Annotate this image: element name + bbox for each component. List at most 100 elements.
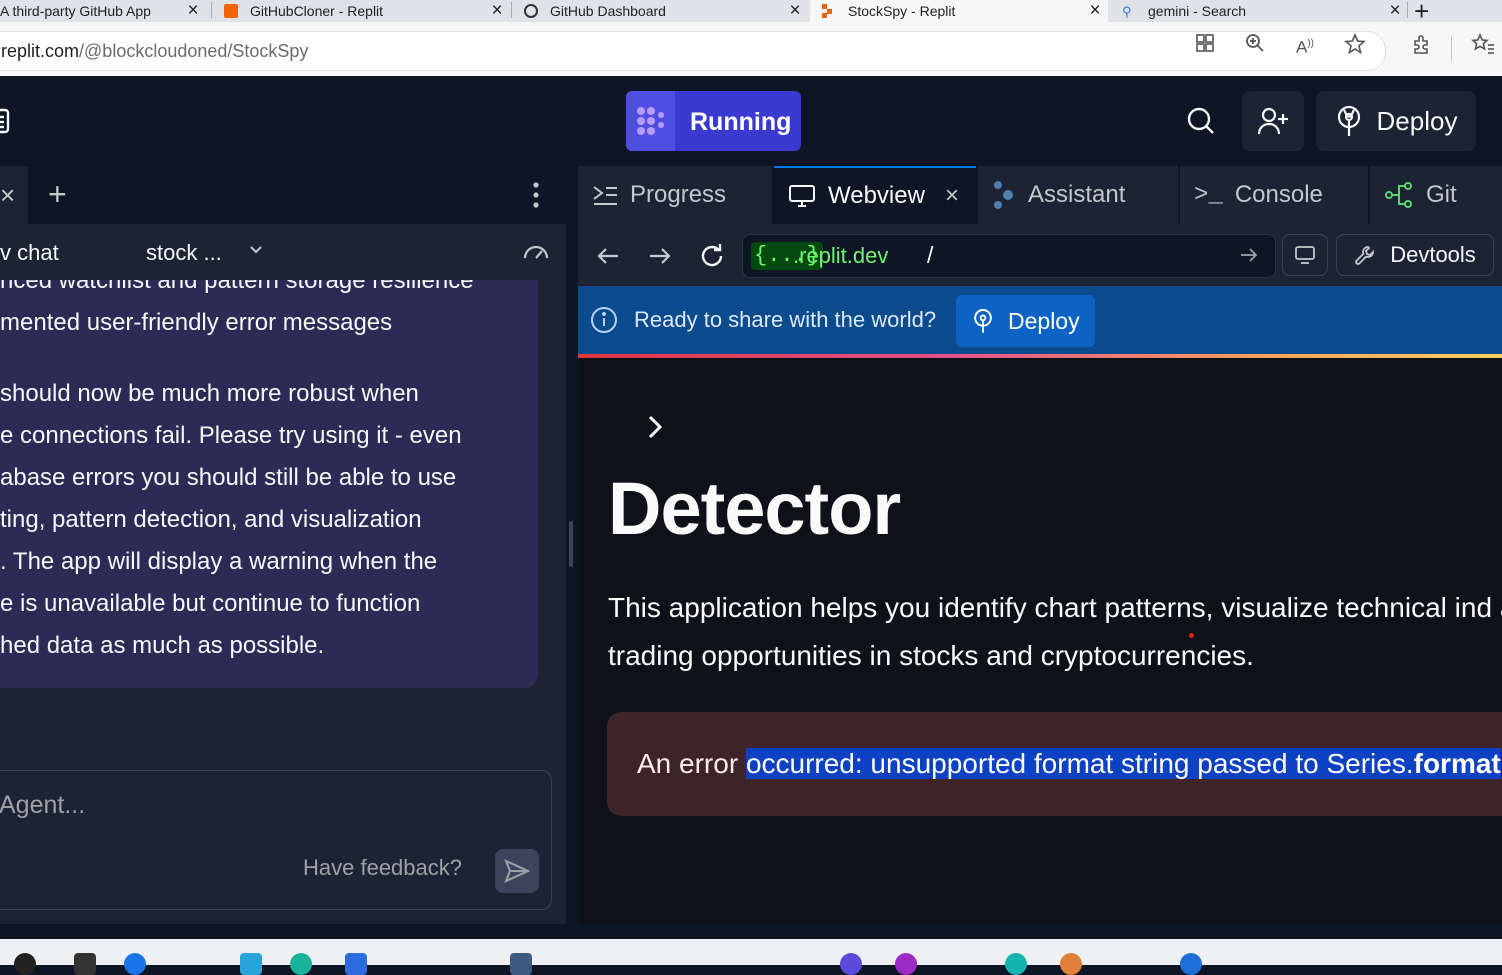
url-host: replit.com	[1, 41, 80, 61]
tab-progress[interactable]: Progress	[578, 166, 772, 224]
browser-tab-stockspy[interactable]: StockSpy - Replit ×	[810, 0, 1108, 22]
send-icon	[504, 859, 530, 883]
taskbar-app-icon[interactable]	[840, 953, 862, 975]
taskbar-app-icon[interactable]	[290, 953, 312, 975]
agent-input-placeholder: Agent...	[0, 791, 86, 819]
session-selector[interactable]: stock ...	[146, 240, 222, 266]
deploy-icon	[1337, 105, 1360, 136]
tab-console[interactable]: >_ Console	[1180, 166, 1368, 224]
favorites-bar-icon[interactable]	[1471, 33, 1494, 55]
tab-git[interactable]: Git	[1370, 166, 1502, 224]
browser-tab-github-app[interactable]: A third-party GitHub App ×	[0, 0, 206, 22]
zoom-icon[interactable]	[1244, 33, 1266, 55]
run-button[interactable]: Running	[626, 91, 801, 151]
close-icon[interactable]: ×	[484, 0, 510, 22]
browser-tab-strip: A third-party GitHub App × GitHubCloner …	[0, 0, 1502, 22]
close-icon[interactable]: ×	[1382, 0, 1408, 22]
search-favicon-icon: ⚲	[1122, 4, 1132, 19]
sidebar-expand-icon[interactable]	[646, 414, 664, 445]
back-arrow-icon[interactable]	[594, 242, 622, 270]
device-preview-button[interactable]	[1282, 234, 1328, 276]
agent-tab[interactable]: ×	[0, 166, 28, 224]
os-taskbar	[0, 936, 1502, 975]
read-aloud-icon[interactable]: A))	[1294, 33, 1316, 57]
taskbar-app-icon[interactable]	[345, 953, 367, 975]
toolbar-separator	[1451, 36, 1452, 62]
new-tab-button[interactable]: +	[1414, 0, 1429, 22]
taskbar-app-icon[interactable]	[1180, 953, 1202, 975]
url-path: /@blockcloudoned/StockSpy	[79, 41, 309, 61]
invite-button[interactable]	[1242, 91, 1304, 151]
message-line: e connections fail. Please try using it …	[0, 422, 462, 449]
url-host: .replit.dev	[793, 243, 889, 268]
taskbar-app-icon[interactable]	[895, 953, 917, 975]
feedback-link[interactable]: Have feedback?	[303, 855, 462, 881]
taskbar-app-icon[interactable]	[240, 953, 262, 975]
tab-label: Webview	[828, 182, 925, 209]
info-icon	[590, 306, 618, 339]
close-icon[interactable]: ×	[1082, 0, 1108, 22]
deploy-banner: Ready to share with the world? Deploy	[578, 286, 1502, 354]
taskbar-app-icon[interactable]	[1060, 953, 1082, 975]
taskbar-app-icon[interactable]	[14, 953, 36, 975]
taskbar-app-icon[interactable]	[124, 953, 146, 975]
taskbar-app-icon[interactable]	[74, 953, 96, 975]
close-icon[interactable]: ×	[945, 182, 959, 210]
favorite-star-icon[interactable]	[1344, 32, 1366, 55]
refresh-icon[interactable]	[698, 242, 726, 270]
error-selected-text: occurred: unsupported format string pass…	[745, 748, 1501, 779]
forward-arrow-icon[interactable]	[646, 242, 674, 270]
message-line: hed data as much as possible.	[0, 632, 325, 659]
banner-deploy-button[interactable]: Deploy	[956, 295, 1095, 347]
tab-title: gemini - Search	[1148, 3, 1247, 19]
tab-label: Console	[1234, 181, 1323, 208]
message-line: ting, pattern detection, and visualizati…	[0, 506, 422, 533]
message-line: abase errors you should still be able to…	[0, 464, 457, 491]
webview-url-bar[interactable]: {...} .replit.dev /	[742, 234, 1276, 278]
browser-tab-github-dashboard[interactable]: GitHub Dashboard ×	[512, 0, 808, 22]
progress-icon	[592, 184, 618, 206]
search-icon[interactable]	[1186, 106, 1216, 141]
chevron-down-icon[interactable]	[248, 242, 264, 263]
url-text[interactable]: replit.com/@blockcloudoned/StockSpy	[1, 41, 308, 62]
message-line: e is unavailable but continue to functio…	[0, 590, 421, 617]
tab-title: A third-party GitHub App	[0, 3, 151, 19]
more-options-icon[interactable]	[528, 180, 544, 215]
tab-assistant[interactable]: Assistant	[978, 166, 1178, 224]
extensions-icon[interactable]	[1411, 33, 1433, 55]
speedometer-icon[interactable]	[522, 240, 550, 267]
message-line: mented user-friendly error messages	[0, 309, 393, 336]
message-line: nced watchlist and pattern storage resil…	[0, 280, 474, 294]
close-icon[interactable]: ×	[180, 0, 206, 22]
sidebar-toggle-icon[interactable]	[0, 108, 12, 139]
assistant-icon	[992, 180, 1016, 210]
browser-tab-githubcloner[interactable]: GitHubCloner - Replit ×	[212, 0, 510, 22]
taskbar-app-icon[interactable]	[1005, 953, 1027, 975]
tab-title: GitHubCloner - Replit	[250, 3, 384, 19]
monitor-icon	[788, 184, 816, 208]
close-icon[interactable]: ×	[0, 180, 15, 211]
close-icon[interactable]: ×	[782, 0, 808, 22]
devtools-label: Devtools	[1390, 242, 1476, 267]
monitor-icon	[1295, 246, 1315, 264]
error-message: An error occurred: unsupported format st…	[637, 748, 1501, 780]
taskbar-app-icon[interactable]	[510, 953, 532, 975]
send-button[interactable]	[495, 849, 539, 893]
run-logo-icon	[626, 91, 675, 151]
replit-favicon-icon	[224, 4, 238, 18]
app-available-icon[interactable]	[1194, 33, 1216, 55]
message-line: should now be much more robust when	[0, 380, 419, 407]
resize-handle[interactable]	[569, 521, 573, 567]
tab-label: Git	[1426, 181, 1457, 208]
add-tab-icon[interactable]: +	[48, 176, 67, 213]
go-arrow-icon[interactable]	[1239, 245, 1259, 270]
browser-tab-gemini[interactable]: ⚲ gemini - Search ×	[1110, 0, 1408, 22]
tab-webview[interactable]: Webview ×	[774, 166, 976, 224]
devtools-button[interactable]: Devtools	[1336, 234, 1494, 276]
deploy-button[interactable]: Deploy	[1316, 91, 1476, 151]
new-chat-button[interactable]: v chat	[0, 240, 59, 266]
agent-input[interactable]: Agent... Have feedback?	[0, 770, 552, 910]
error-alert: An error occurred: unsupported format st…	[607, 712, 1502, 816]
tab-label: Progress	[630, 181, 727, 208]
address-bar[interactable]: replit.com/@blockcloudoned/StockSpy	[0, 31, 1386, 71]
